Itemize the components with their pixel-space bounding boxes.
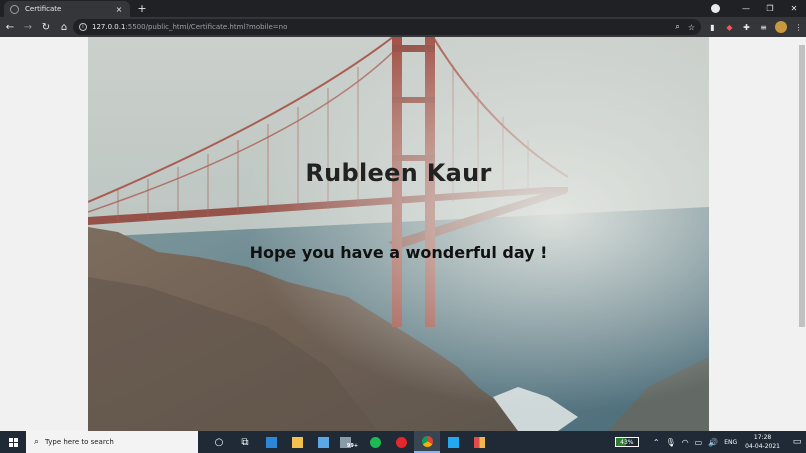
spotify-icon[interactable] [362,431,388,453]
avatar[interactable] [775,21,787,33]
minimize-button[interactable]: — [734,4,758,13]
windows-logo-icon [8,437,18,447]
recipient-name: Rubleen Kaur [305,159,492,187]
extension-icon[interactable]: ▮ [704,23,721,32]
vertical-scrollbar[interactable] [798,37,806,431]
vscode-icon[interactable] [440,431,466,453]
extension-red-icon[interactable]: ◆ [721,23,738,32]
clock-date: 04-04-2021 [745,443,780,450]
back-icon[interactable]: ← [2,22,18,33]
url-text[interactable]: 127.0.0.1:5500/public_html/Certificate.h… [92,23,667,31]
reading-list-icon[interactable]: ≡ [755,23,772,32]
opera-icon[interactable] [388,431,414,453]
task-view-icon[interactable]: ⧉ [232,431,258,453]
tab-title: Certificate [25,5,62,13]
clock[interactable]: 17:28 04-04-2021 [745,433,780,451]
close-window-button[interactable]: ✕ [782,4,806,13]
page-viewport: Rubleen Kaur Hope you have a wonderful d… [0,37,806,431]
scrollbar-thumb[interactable] [799,45,805,327]
bookmark-star-icon[interactable]: ☆ [688,23,695,32]
address-bar[interactable]: i 127.0.0.1:5500/public_html/Certificate… [73,19,701,35]
taskbar-apps: ○ ⧉ 99+ [206,431,492,453]
volume-icon[interactable]: 🔊 [708,438,718,447]
app-l-icon[interactable] [258,431,284,453]
search-icon: ⌕ [34,437,40,447]
reload-icon[interactable]: ↻ [38,22,54,33]
restore-button[interactable]: ❐ [758,4,782,13]
background-photo [88,37,709,431]
url-host: 127.0.0.1 [92,23,126,31]
chrome-icon[interactable] [414,431,440,453]
windows-taskbar: ⌕ Type here to search ○ ⧉ 99+ 43% ⌃ 🎙 ◠ … [0,431,806,453]
mail-badge: 99+ [346,443,359,449]
file-explorer-icon[interactable] [284,431,310,453]
new-tab-button[interactable]: + [136,2,148,15]
store-icon[interactable] [310,431,336,453]
battery-indicator[interactable]: 43% [614,437,639,447]
microphone-icon[interactable]: 🎙 [666,438,676,447]
site-info-icon[interactable]: i [79,23,87,31]
greeting-message: Hope you have a wonderful day ! [249,243,548,262]
tab-certificate[interactable]: Certificate × [4,1,130,17]
zoom-icon[interactable]: ⌕ [675,22,679,32]
certificate-card: Rubleen Kaur Hope you have a wonderful d… [88,37,709,431]
window-controls: — ❐ ✕ [711,0,806,17]
system-tray: 43% ⌃ 🎙 ◠ ▭ 🔊 ENG 17:28 04-04-2021 ▭ [614,431,806,453]
extensions-area: ▮ ◆ ✚ ≡ ⋮ [704,17,806,37]
forward-icon[interactable]: → [20,22,36,33]
profile-icon[interactable] [711,4,720,13]
puzzle-icon[interactable]: ✚ [738,23,755,32]
taskbar-search[interactable]: ⌕ Type here to search [26,431,198,453]
tab-strip: Certificate × + — ❐ ✕ [0,0,806,17]
home-icon[interactable]: ⌂ [56,22,72,33]
notification-icon[interactable]: ▭ [788,437,806,447]
url-path: :5500/public_html/Certificate.html?mobil… [125,23,288,31]
clock-time: 17:28 [753,434,772,441]
language-indicator[interactable]: ENG [724,439,737,446]
battery-icon[interactable]: ▭ [695,438,703,447]
search-placeholder: Type here to search [45,438,114,446]
chevron-up-icon[interactable]: ⌃ [653,438,660,447]
globe-icon [10,4,19,14]
app-grid-icon[interactable] [466,431,492,453]
close-tab-icon[interactable]: × [114,5,124,14]
start-button[interactable] [0,431,26,453]
mail-icon[interactable]: 99+ [336,431,362,453]
cortana-icon[interactable]: ○ [206,431,232,453]
browser-toolbar: ← → ↻ ⌂ i 127.0.0.1:5500/public_html/Cer… [0,17,806,37]
wifi-icon[interactable]: ◠ [682,438,689,447]
kebab-menu-icon[interactable]: ⋮ [790,23,806,32]
